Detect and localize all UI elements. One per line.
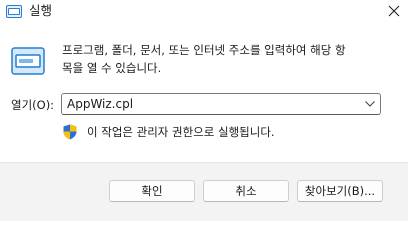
run-dialog: 실행 프로그램, 폴더, 문서, 또는 인터넷 주소를 입력하여 해당 항 목을… [0,0,408,221]
admin-privilege-note: 이 작업은 관리자 권한으로 실행됩니다. [87,125,275,139]
cancel-button[interactable]: 취소 [203,180,289,202]
description-line-2: 목을 열 수 있습니다. [62,61,162,75]
description-text: 프로그램, 폴더, 문서, 또는 인터넷 주소를 입력하여 해당 항 목을 열 … [62,41,402,77]
run-dialog-icon [11,47,45,75]
chevron-down-icon [365,101,375,107]
open-dropdown-button[interactable] [360,94,380,114]
open-combobox[interactable]: AppWiz.cpl [61,93,381,115]
browse-button[interactable]: 찾아보기(B)... [297,180,383,202]
close-icon [388,5,400,17]
ok-button[interactable]: 확인 [109,180,195,202]
open-field-label: 열기(O): [11,98,55,112]
uac-shield-icon [63,124,77,140]
close-button[interactable] [380,0,408,24]
run-icon [6,4,22,19]
button-bar: 확인 취소 찾아보기(B)... [0,162,408,221]
open-input[interactable]: AppWiz.cpl [67,96,133,112]
description-line-1: 프로그램, 폴더, 문서, 또는 인터넷 주소를 입력하여 해당 항 [62,43,346,57]
window-title: 실행 [29,3,53,18]
title-bar[interactable]: 실행 [0,0,408,24]
